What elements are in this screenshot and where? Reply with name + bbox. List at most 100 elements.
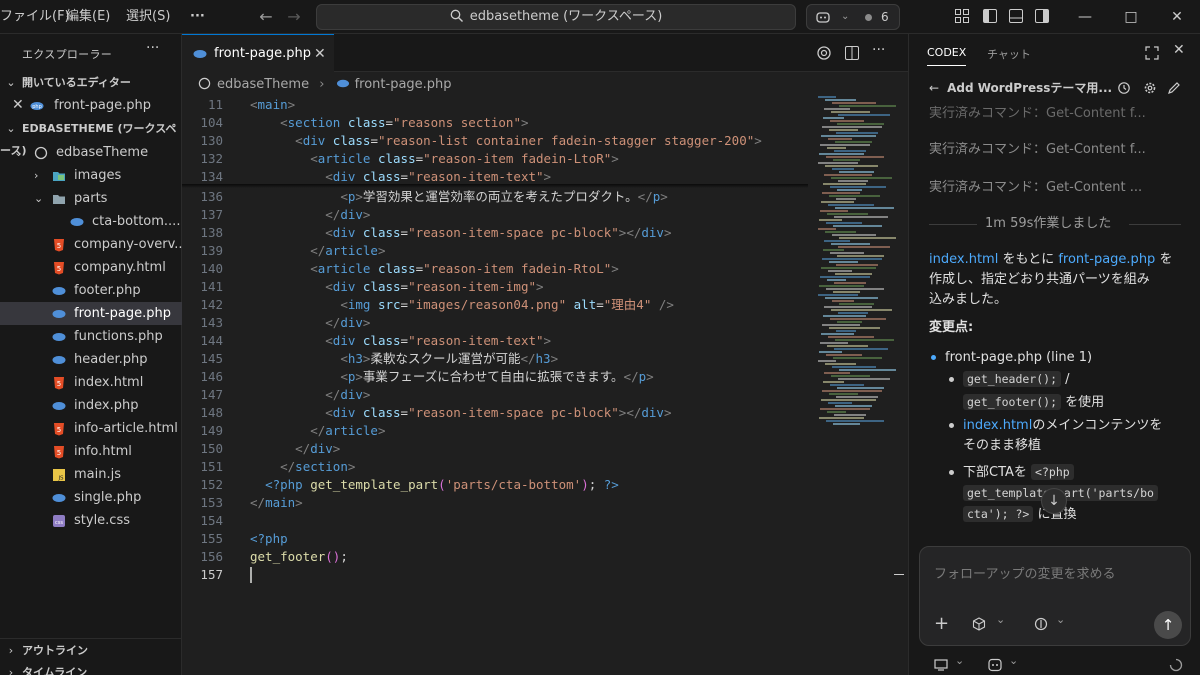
tree-item-index-html[interactable]: 5 index.html [0, 371, 182, 394]
chevron-down-icon[interactable]: ⌄ [955, 654, 964, 667]
tree-item-index-php[interactable]: index.php [0, 394, 182, 417]
more-actions-icon[interactable]: ··· [872, 42, 885, 58]
command-row[interactable]: 実行済みコマンド：Get-Content f... [929, 102, 1149, 121]
menu-more[interactable]: ··· [190, 0, 205, 34]
open-editors-header[interactable]: ⌄ 開いているエディター [0, 72, 182, 94]
back-arrow-icon[interactable]: ← [256, 7, 276, 27]
command-center-search[interactable]: edbasetheme (ワークスペース) [316, 4, 796, 30]
maximize-icon[interactable]: □ [1108, 0, 1154, 34]
js-file-icon: JS [53, 469, 65, 482]
code-line: 145 <h3>柔軟なスクール運営が可能</h3> [200, 351, 559, 366]
menu-select[interactable]: 選択(S) [126, 0, 170, 34]
toggle-panel-icon[interactable] [1008, 8, 1024, 24]
php-file-icon: php [30, 102, 44, 110]
model-cube-icon[interactable] [972, 617, 986, 631]
loading-spinner-icon [1169, 658, 1183, 672]
tab-codex[interactable]: CODEX [927, 46, 967, 66]
minimap[interactable] [810, 96, 908, 675]
link-index-html[interactable]: index.html [929, 252, 998, 267]
customize-layout-icon[interactable] [954, 8, 970, 24]
add-attachment-icon[interactable]: + [934, 613, 949, 634]
bullet [949, 377, 954, 382]
back-arrow-icon[interactable]: ← [929, 81, 939, 95]
minimap-line [830, 318, 886, 320]
chevron-down-icon[interactable]: ⌄ [996, 613, 1005, 626]
minimap-line [835, 405, 872, 407]
minimap-line [822, 126, 882, 128]
code-line: 154 [200, 513, 223, 528]
code-line: 137 </div> [200, 207, 371, 222]
gear-icon[interactable] [1143, 81, 1157, 95]
command-row[interactable]: 実行済みコマンド：Get-Content f... [929, 138, 1149, 157]
tree-item-footer-php[interactable]: footer.php [0, 279, 182, 302]
tab-chat[interactable]: チャット [987, 46, 1031, 62]
tree-item-images[interactable]: › images [0, 164, 182, 187]
toggle-primary-sidebar-icon[interactable] [982, 8, 998, 24]
tree-root-folder[interactable]: ⌄ edbaseTheme [0, 141, 182, 164]
tree-item-info-article-html[interactable]: 5 info-article.html [0, 417, 182, 440]
close-tab-icon[interactable]: ✕ [314, 35, 326, 73]
link-front-page-line1[interactable]: front-page.php (line 1) [945, 348, 1197, 368]
new-thread-icon[interactable] [1167, 81, 1181, 95]
forward-arrow-icon[interactable]: → [284, 7, 304, 27]
minimap-line [820, 342, 848, 344]
css-file-icon: css [53, 515, 65, 527]
tree-item-single-php[interactable]: single.php [0, 486, 182, 509]
minimap-line [837, 321, 862, 323]
tree-item-main-js[interactable]: JS main.js [0, 463, 182, 486]
tree-item-style-css[interactable]: css style.css [0, 509, 182, 532]
tree-item-cta-bottom[interactable]: cta-bottom.... [0, 210, 182, 233]
close-icon[interactable]: ✕ [12, 94, 24, 117]
menu-file[interactable]: ファイル(F) [0, 0, 70, 34]
outline-header[interactable]: › アウトライン [0, 640, 182, 662]
local-mode-icon[interactable] [933, 658, 949, 672]
minimap-line [839, 369, 896, 371]
tree-item-front-page-php[interactable]: front-page.php [0, 302, 182, 325]
minimap-line [830, 120, 864, 122]
approval-mode-icon[interactable] [987, 658, 1003, 672]
toggle-secondary-sidebar-icon[interactable] [1034, 8, 1050, 24]
minimap-line [837, 123, 884, 125]
tab-front-page-php[interactable]: front-page.php ✕ [182, 34, 334, 72]
code-editor[interactable]: 11 <main> 104 <section class="reasons sec… [182, 96, 808, 675]
split-editor-icon[interactable] [844, 45, 860, 61]
scroll-down-icon[interactable]: ↓ [1041, 488, 1067, 514]
link-front-page-php[interactable]: front-page.php [1058, 252, 1155, 267]
root-folder-icon [34, 146, 48, 160]
breadcrumb-root[interactable]: edbaseTheme [217, 77, 309, 92]
minimap-line [826, 156, 884, 158]
reasoning-icon[interactable] [1034, 617, 1048, 631]
open-editor-item[interactable]: ✕ php front-page.php [0, 94, 182, 117]
breadcrumb-file[interactable]: front-page.php [355, 77, 452, 92]
codex-icon[interactable] [816, 45, 832, 61]
close-panel-icon[interactable]: ✕ [1173, 42, 1185, 58]
minimize-icon[interactable]: — [1062, 0, 1108, 34]
history-icon[interactable] [1117, 81, 1131, 95]
tree-item-functions-php[interactable]: functions.php [0, 325, 182, 348]
chevron-down-icon[interactable]: ⌄ [1009, 654, 1018, 667]
minimap-line [819, 351, 842, 353]
minimap-line [825, 297, 878, 299]
close-window-icon[interactable]: ✕ [1154, 0, 1200, 34]
tree-item-header-php[interactable]: header.php [0, 348, 182, 371]
command-row[interactable]: 実行済みコマンド：Get-Content ... [929, 176, 1149, 195]
tree-item-parts[interactable]: ⌄ parts [0, 187, 182, 210]
thread-title: Add WordPressテーマ用... [947, 81, 1113, 95]
text-cursor [250, 567, 252, 583]
followup-input[interactable]: フォローアップの変更を求める + ⌄ ⌄ ↑ [919, 546, 1191, 646]
more-actions-icon[interactable]: ··· [146, 40, 159, 56]
timeline-header[interactable]: › タイムライン [0, 662, 182, 675]
chevron-down-icon[interactable]: ⌄ [1056, 613, 1065, 626]
minimap-line [837, 189, 862, 191]
chevron-down-icon[interactable]: ⌄ [841, 5, 849, 29]
menu-edit[interactable]: 編集(E) [66, 0, 110, 34]
copilot-status[interactable]: ⌄ 6 [806, 4, 900, 30]
tree-item-info-html[interactable]: 5 info.html [0, 440, 182, 463]
code-line: 150 </div> [200, 441, 341, 456]
tree-item-company-overview[interactable]: 5 company-overv... [0, 233, 182, 256]
minimap-line [824, 372, 850, 374]
workspace-header[interactable]: ⌄ EDBASETHEME (ワークスペース) [0, 118, 182, 157]
tree-item-company-html[interactable]: 5 company.html [0, 256, 182, 279]
expand-icon[interactable] [1145, 46, 1159, 60]
send-button[interactable]: ↑ [1154, 611, 1182, 639]
